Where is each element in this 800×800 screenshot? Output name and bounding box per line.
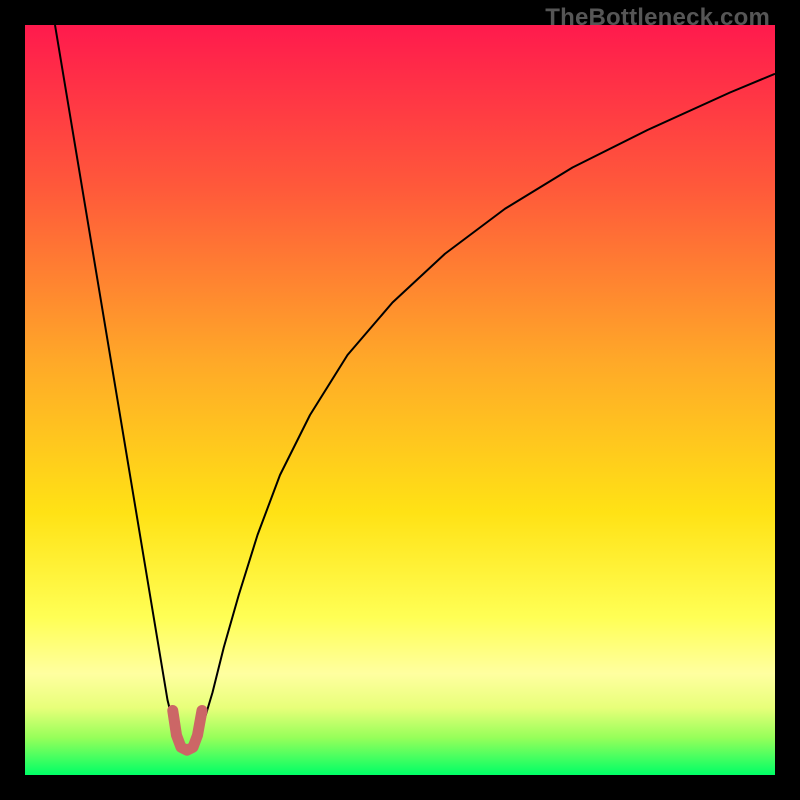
chart-background [25, 25, 775, 775]
chart-svg [25, 25, 775, 775]
watermark-text: TheBottleneck.com [545, 4, 770, 32]
chart-frame [25, 25, 775, 775]
